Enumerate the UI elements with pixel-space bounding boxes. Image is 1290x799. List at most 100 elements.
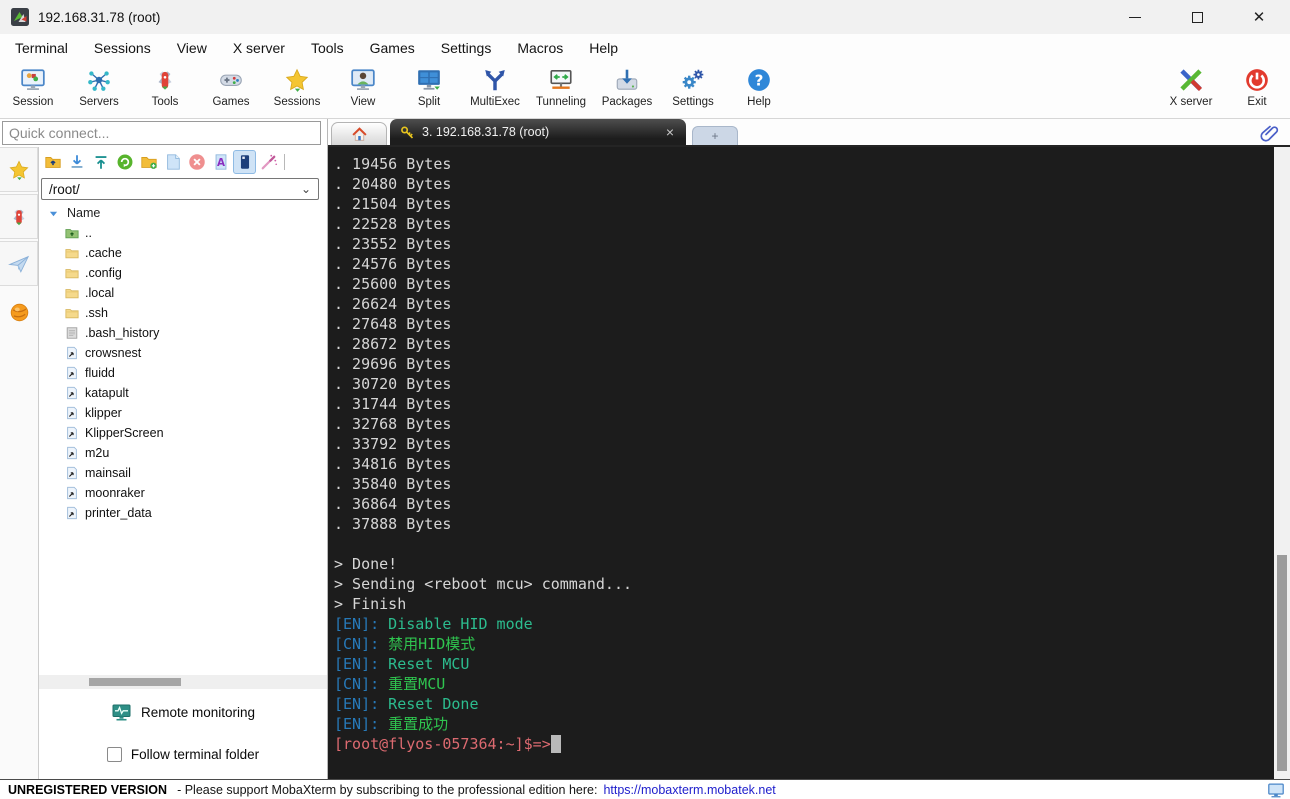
path-dropdown[interactable]: /root/ ⌄: [41, 178, 319, 200]
file-list-header[interactable]: Name: [39, 203, 327, 223]
remote-monitoring-button[interactable]: Remote monitoring: [39, 695, 327, 729]
side-panel-button[interactable]: [233, 150, 256, 174]
terminal-line: [EN]: Reset MCU: [334, 654, 1274, 674]
sidebar-tab-macros-plane[interactable]: [0, 241, 38, 286]
menu-games[interactable]: Games: [357, 40, 428, 56]
parent-folder-button[interactable]: [41, 150, 64, 174]
parent-folder-icon: [44, 153, 62, 171]
toolbar-exit-button[interactable]: Exit: [1224, 67, 1290, 108]
toolbar-tunneling-button[interactable]: Tunneling: [528, 67, 594, 108]
terminal-text-segment: . 20480 Bytes: [334, 175, 452, 193]
vertical-scrollbar-thumb[interactable]: [1277, 555, 1287, 771]
remote-monitoring-icon: [111, 702, 132, 723]
menu-x-server[interactable]: X server: [220, 40, 298, 56]
file-row[interactable]: .cache: [39, 243, 327, 263]
toolbar-packages-button[interactable]: Packages: [594, 67, 660, 108]
terminal-cursor: [550, 735, 561, 753]
paperclip-icon[interactable]: [1260, 122, 1280, 142]
toolbar-x-server-button[interactable]: X server: [1158, 67, 1224, 108]
file-row[interactable]: mainsail: [39, 463, 327, 483]
file-row[interactable]: ..: [39, 223, 327, 243]
menu-settings[interactable]: Settings: [428, 40, 505, 56]
maximize-button[interactable]: [1166, 0, 1228, 34]
file-row[interactable]: .ssh: [39, 303, 327, 323]
sidebar-tab-sessions-star[interactable]: [0, 147, 38, 192]
new-file-button[interactable]: [161, 150, 184, 174]
close-button[interactable]: ✕: [1228, 0, 1290, 34]
download-button[interactable]: [65, 150, 88, 174]
toolbar-help-button[interactable]: ? Help: [726, 67, 792, 108]
follow-terminal-folder-checkbox[interactable]: [106, 746, 122, 762]
minimize-button[interactable]: [1104, 0, 1166, 34]
refresh-button[interactable]: [113, 150, 136, 174]
new-folder-button[interactable]: [137, 150, 160, 174]
sidebar-tab-sftp-globe[interactable]: [0, 302, 38, 323]
menu-view[interactable]: View: [164, 40, 220, 56]
upload-button[interactable]: [89, 150, 112, 174]
file-name: printer_data: [85, 506, 152, 520]
menu-sessions[interactable]: Sessions: [81, 40, 164, 56]
menu-help[interactable]: Help: [576, 40, 631, 56]
menu-terminal[interactable]: Terminal: [2, 40, 81, 56]
new-tab-button[interactable]: +: [692, 126, 738, 145]
quick-connect-input[interactable]: [2, 121, 321, 145]
file-row[interactable]: katapult: [39, 383, 327, 403]
file-row[interactable]: KlipperScreen: [39, 423, 327, 443]
terminal-text-segment: . 24576 Bytes: [334, 255, 452, 273]
file-row[interactable]: crowsnest: [39, 343, 327, 363]
svg-text:A: A: [216, 157, 224, 169]
tab-close-icon[interactable]: ×: [664, 124, 676, 140]
toolbar-view-button[interactable]: View: [330, 67, 396, 108]
window-title: 192.168.31.78 (root): [38, 9, 161, 25]
terminal-line: . 29696 Bytes: [334, 354, 1274, 374]
terminal-line: . 26624 Bytes: [334, 294, 1274, 314]
file-row[interactable]: m2u: [39, 443, 327, 463]
toolbar-split-button[interactable]: Split: [396, 67, 462, 108]
toolbar-label: Help: [747, 96, 771, 108]
sidebar-tab-tools-knife[interactable]: [0, 194, 38, 239]
upload-icon: [92, 153, 110, 171]
file-name: .cache: [85, 246, 122, 260]
toolbar-servers-button[interactable]: Servers: [66, 67, 132, 108]
rename-button[interactable]: A: [209, 150, 232, 174]
terminal-line: . 25600 Bytes: [334, 274, 1274, 294]
terminal-output[interactable]: . 19456 Bytes . 20480 Bytes . 21504 Bytes.…: [328, 147, 1274, 779]
terminal-text-segment: Reset Done: [379, 695, 479, 713]
terminal-line: [CN]: 禁用HID模式: [334, 634, 1274, 654]
file-row[interactable]: printer_data: [39, 503, 327, 523]
terminal-text-segment: [CN]:: [334, 675, 380, 693]
terminal-line: . 36864 Bytes: [334, 494, 1274, 514]
tab-active-session[interactable]: 3. 192.168.31.78 (root) ×: [390, 119, 686, 145]
wand-button[interactable]: [257, 150, 280, 174]
terminal-text-segment: . 25600 Bytes: [334, 275, 452, 293]
toolbar-games-button[interactable]: Games: [198, 67, 264, 108]
vertical-scrollbar[interactable]: [1274, 147, 1290, 779]
file-row[interactable]: klipper: [39, 403, 327, 423]
menu-macros[interactable]: Macros: [504, 40, 576, 56]
title-bar: 192.168.31.78 (root) ✕: [0, 0, 1290, 34]
file-row[interactable]: .config: [39, 263, 327, 283]
chevron-down-icon: ⌄: [300, 182, 311, 196]
toolbar-settings-button[interactable]: Settings: [660, 67, 726, 108]
terminal-text-segment: [CN]:: [334, 635, 380, 653]
terminal-line: . 34816 Bytes: [334, 454, 1274, 474]
toolbar-tools-button[interactable]: Tools: [132, 67, 198, 108]
side-panel-icon: [236, 153, 254, 171]
sftp-globe-icon: [9, 302, 30, 323]
terminal-text-segment: [root@flyos-057364:~]$=>: [334, 735, 551, 753]
menu-tools[interactable]: Tools: [298, 40, 357, 56]
horizontal-scrollbar-thumb[interactable]: [89, 678, 181, 686]
file-row[interactable]: moonraker: [39, 483, 327, 503]
mobaxterm-logo-icon: [10, 7, 30, 27]
file-row[interactable]: .local: [39, 283, 327, 303]
toolbar-sessions-button[interactable]: Sessions: [264, 67, 330, 108]
tab-home[interactable]: [331, 122, 387, 145]
file-row[interactable]: fluidd: [39, 363, 327, 383]
mobatek-link[interactable]: https://mobaxterm.mobatek.net: [603, 783, 775, 797]
delete-button[interactable]: [185, 150, 208, 174]
download-icon: [68, 153, 86, 171]
horizontal-scrollbar[interactable]: [39, 675, 327, 689]
toolbar-session-button[interactable]: Session: [0, 67, 66, 108]
file-row[interactable]: .bash_history: [39, 323, 327, 343]
toolbar-multiexec-button[interactable]: MultiExec: [462, 67, 528, 108]
